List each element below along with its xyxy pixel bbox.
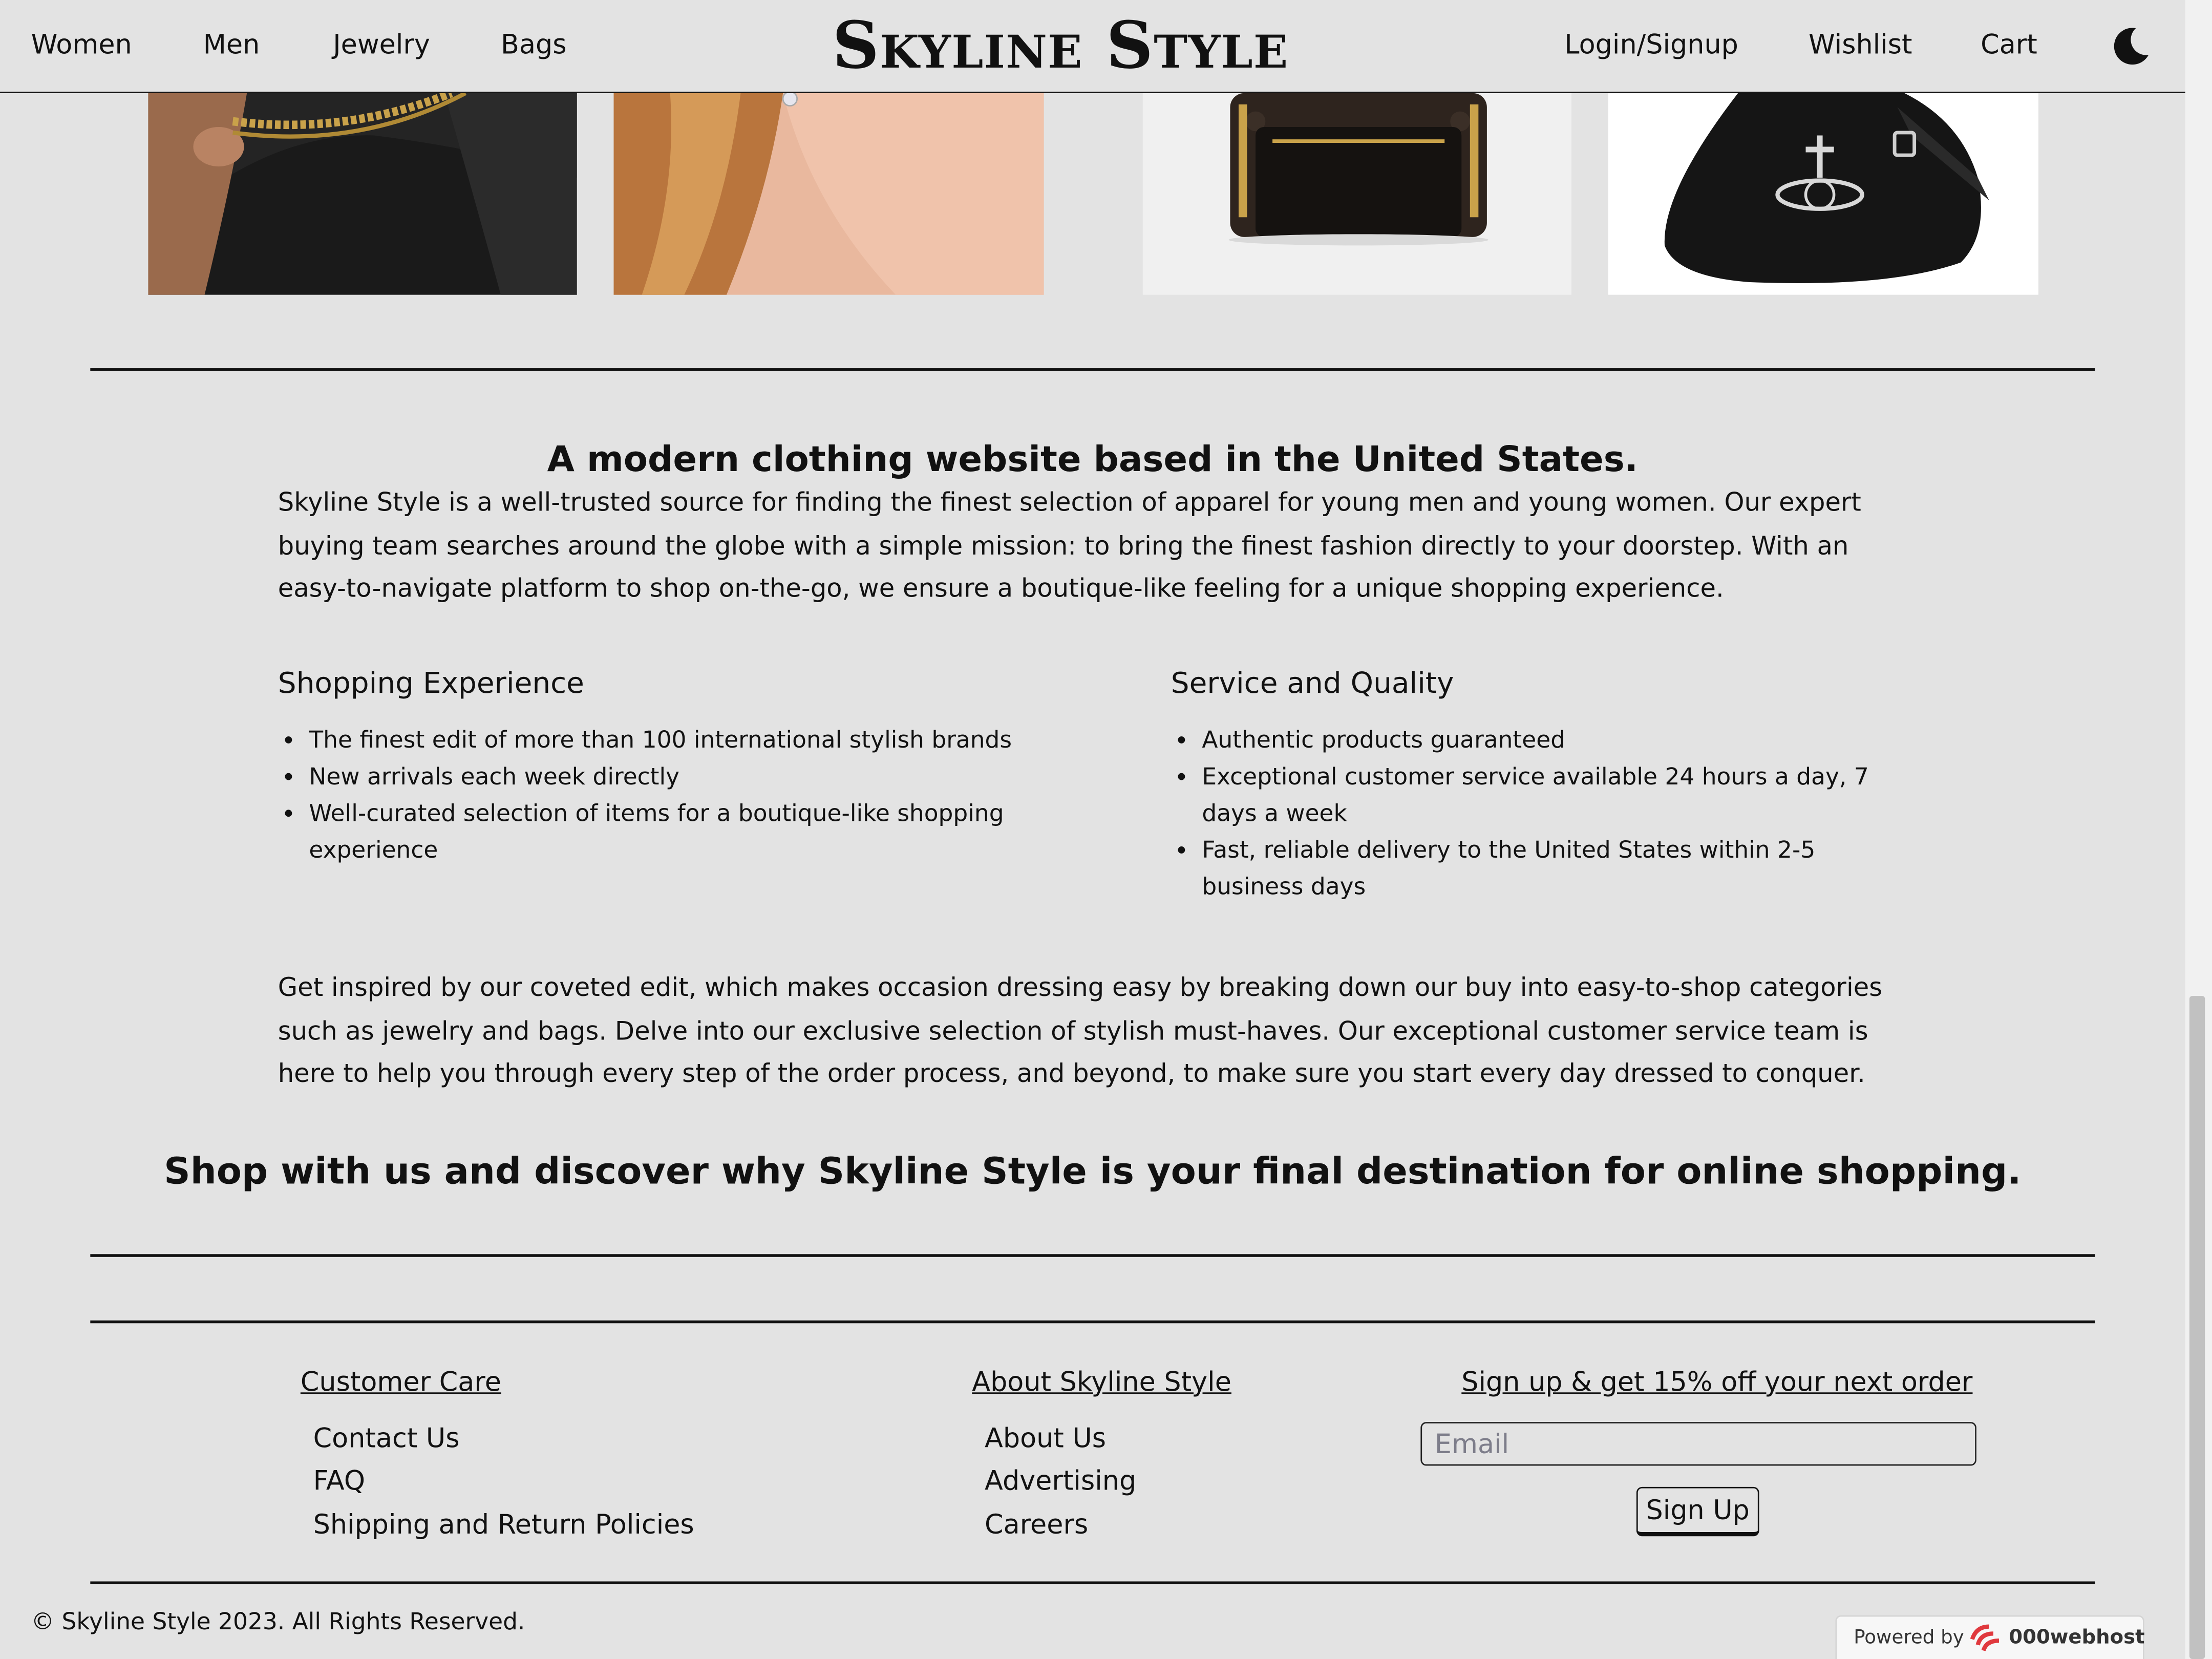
list-item: Fast, reliable delivery to the United St… [1202, 833, 1921, 906]
product-image-earrings[interactable] [613, 93, 1044, 295]
about-outro: Get inspired by our coveted edit, which … [278, 973, 1883, 1089]
dark-monogram-backpack-image [1142, 93, 1572, 295]
scrollbar-thumb[interactable] [2189, 996, 2205, 1659]
product-image-backpack[interactable] [1142, 93, 1572, 295]
newsletter-title: Sign up & get 15% off your next order [1461, 1367, 1973, 1398]
footer-link-about-us[interactable]: About Us [985, 1422, 1106, 1456]
section-divider [90, 1254, 2095, 1257]
footer-link-shipping-returns[interactable]: Shipping and Return Policies [313, 1508, 694, 1542]
footer-link-contact-us[interactable]: Contact Us [313, 1422, 460, 1456]
page: Women Men Jewelry Bags Skyline Style Log… [0, 0, 2212, 1659]
list-item: Well-curated selection of items for a bo… [309, 796, 1014, 869]
brand-logo[interactable]: Skyline Style [833, 6, 1289, 84]
copyright-text: © Skyline Style 2023. All Rights Reserve… [31, 1608, 525, 1635]
nav-wishlist[interactable]: Wishlist [1809, 28, 1912, 62]
shopping-experience-list: The finest edit of more than 100 interna… [278, 722, 1014, 869]
gold-chain-necklace-image [148, 93, 577, 295]
footer-title-about: About Skyline Style [972, 1367, 1231, 1398]
about-intro: Skyline Style is a well-trusted source f… [278, 488, 1861, 604]
footer-title-customer-care: Customer Care [300, 1367, 501, 1398]
nav-bags[interactable]: Bags [501, 28, 566, 62]
powered-by-badge[interactable]: Powered by 000webhost [1835, 1615, 2145, 1659]
list-item: Exceptional customer service available 2… [1202, 759, 1921, 832]
column-title-shopping-experience: Shopping Experience [278, 666, 584, 700]
section-divider [90, 368, 2095, 371]
nav-login-signup[interactable]: Login/Signup [1564, 28, 1738, 62]
list-item: The finest edit of more than 100 interna… [309, 722, 1014, 759]
footer-link-faq[interactable]: FAQ [313, 1464, 365, 1498]
list-item: New arrivals each week directly [309, 759, 1014, 796]
footer-bottom-divider [90, 1581, 2095, 1584]
footer-divider [90, 1320, 2095, 1324]
moon-icon[interactable] [2108, 24, 2153, 69]
nav-women[interactable]: Women [31, 28, 132, 62]
earring-model-image [613, 93, 1044, 295]
host-name: 000webhost [2009, 1626, 2145, 1649]
footer-link-careers[interactable]: Careers [985, 1508, 1088, 1542]
nav-jewelry[interactable]: Jewelry [333, 28, 430, 62]
product-image-necklace[interactable] [148, 93, 577, 295]
top-navbar: Women Men Jewelry Bags Skyline Style Log… [0, 0, 2185, 93]
powered-by-label: Powered by [1854, 1626, 1964, 1649]
nav-men[interactable]: Men [203, 28, 260, 62]
about-heading: A modern clothing website based in the U… [547, 438, 1638, 480]
service-quality-list: Authentic products guaranteed Exceptiona… [1171, 722, 1922, 906]
column-title-service-quality: Service and Quality [1171, 666, 1454, 700]
black-handbag-orb-logo-image [1608, 93, 2039, 295]
list-item: Authentic products guaranteed [1202, 722, 1921, 759]
product-image-handbag[interactable] [1608, 93, 2039, 295]
tagline: Shop with us and discover why Skyline St… [164, 1151, 2022, 1194]
host-logo-icon [1968, 1622, 2002, 1653]
sign-up-button[interactable]: Sign Up [1636, 1486, 1759, 1537]
email-field[interactable] [1420, 1422, 1976, 1466]
footer-link-advertising[interactable]: Advertising [985, 1464, 1136, 1498]
nav-cart[interactable]: Cart [1981, 28, 2037, 62]
